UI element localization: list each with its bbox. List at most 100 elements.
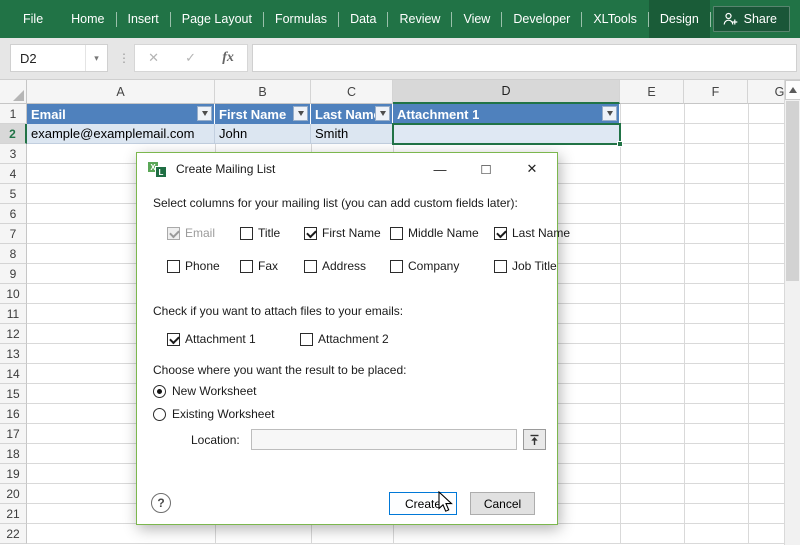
checkbox-job-title[interactable]	[494, 259, 507, 273]
ribbon-tab-data[interactable]: Data	[339, 0, 387, 38]
cell-c2[interactable]: Smith	[311, 124, 393, 144]
fill-handle[interactable]	[617, 141, 623, 147]
filter-dropdown-button[interactable]	[293, 106, 308, 121]
row-header-11[interactable]: 11	[0, 304, 27, 324]
ribbon-tab-design[interactable]: Design	[648, 0, 710, 38]
checkbox-fax[interactable]	[240, 259, 253, 273]
attachment-option-attachment-2[interactable]: Attachment 2	[300, 332, 389, 346]
checkbox-phone[interactable]	[167, 259, 180, 273]
row-header-12[interactable]: 12	[0, 324, 27, 344]
row-header-16[interactable]: 16	[0, 404, 27, 424]
column-header-a[interactable]: A	[27, 80, 215, 104]
location-input[interactable]	[251, 429, 517, 450]
table-header-label: Attachment 1	[397, 106, 480, 122]
insert-function-icon[interactable]: fx	[222, 50, 234, 66]
radio-new-worksheet[interactable]	[153, 384, 166, 398]
attachment-option-attachment-1[interactable]: Attachment 1	[167, 332, 256, 346]
column-option-company[interactable]: Company	[390, 259, 459, 273]
excel-window: File Home Insert Page Layout Formulas Data Rev…	[0, 0, 800, 545]
name-box[interactable]: D2 ▾	[10, 44, 108, 72]
placement-option-existing-worksheet[interactable]: Existing Worksheet	[153, 407, 275, 421]
column-option-title[interactable]: Title	[240, 226, 280, 240]
radio-existing-worksheet[interactable]	[153, 407, 166, 421]
table-header-email[interactable]: Email	[27, 104, 215, 124]
row-header-18[interactable]: 18	[0, 444, 27, 464]
column-header-b[interactable]: B	[215, 80, 311, 104]
row-header-17[interactable]: 17	[0, 424, 27, 444]
row-header-10[interactable]: 10	[0, 284, 27, 304]
row-header-20[interactable]: 20	[0, 484, 27, 504]
ribbon-tab-file[interactable]: File	[6, 0, 60, 38]
cell-a2[interactable]: example@examplemail.com	[27, 124, 215, 144]
row-header-2[interactable]: 2	[0, 124, 27, 144]
ribbon-tab-insert[interactable]: Insert	[117, 0, 170, 38]
cancel-button[interactable]: Cancel	[470, 492, 535, 515]
checkbox-middle-name[interactable]	[390, 226, 403, 240]
help-button[interactable]: ?	[151, 493, 171, 513]
table-header-last-name[interactable]: Last Name	[311, 104, 393, 124]
column-header-d[interactable]: D	[393, 80, 620, 104]
checkbox-attachment-1[interactable]	[167, 332, 180, 346]
selected-cell-d2[interactable]	[392, 123, 623, 147]
ribbon-tab-page-layout[interactable]: Page Layout	[171, 0, 263, 38]
row-header-7[interactable]: 7	[0, 224, 27, 244]
row-header-4[interactable]: 4	[0, 164, 27, 184]
column-header-e[interactable]: E	[620, 80, 684, 104]
ribbon-tab-view[interactable]: View	[452, 0, 501, 38]
table-header-first-name[interactable]: First Name	[215, 104, 311, 124]
ribbon-tab-review[interactable]: Review	[388, 0, 451, 38]
scrollbar-thumb[interactable]	[786, 101, 799, 281]
range-picker-button[interactable]	[523, 429, 546, 450]
formula-buttons: ✕ ✓ fx	[134, 44, 248, 72]
cancel-entry-icon[interactable]: ✕	[148, 50, 159, 66]
row-header-9[interactable]: 9	[0, 264, 27, 284]
share-button[interactable]: Share	[712, 6, 790, 32]
checkbox-attachment-2[interactable]	[300, 332, 313, 346]
formula-input[interactable]	[252, 44, 797, 72]
row-header-21[interactable]: 21	[0, 504, 27, 524]
checkbox-company[interactable]	[390, 259, 403, 273]
column-option-first-name[interactable]: First Name	[304, 226, 381, 240]
checkbox-last-name[interactable]	[494, 226, 507, 240]
ribbon-tab-formulas[interactable]: Formulas	[264, 0, 338, 38]
row-header-1[interactable]: 1	[0, 104, 27, 124]
row-header-15[interactable]: 15	[0, 384, 27, 404]
table-header-attachment-1[interactable]: Attachment 1	[393, 104, 620, 124]
column-option-last-name[interactable]: Last Name	[494, 226, 570, 240]
select-all-corner[interactable]	[0, 80, 27, 104]
cell-b2[interactable]: John	[215, 124, 311, 144]
checkbox-address[interactable]	[304, 259, 317, 273]
checkbox-title[interactable]	[240, 226, 253, 240]
vertical-scrollbar[interactable]	[784, 80, 800, 545]
scroll-up-button[interactable]	[785, 80, 800, 100]
ribbon-tab-xltools[interactable]: XLTools	[582, 0, 648, 38]
filter-dropdown-button[interactable]	[197, 106, 212, 121]
row-header-6[interactable]: 6	[0, 204, 27, 224]
row-header-19[interactable]: 19	[0, 464, 27, 484]
row-header-22[interactable]: 22	[0, 524, 27, 544]
confirm-entry-icon[interactable]: ✓	[185, 50, 196, 66]
filter-dropdown-button[interactable]	[375, 106, 390, 121]
ribbon-tab-developer[interactable]: Developer	[502, 0, 581, 38]
column-option-job-title[interactable]: Job Title	[494, 259, 557, 273]
close-button[interactable]: ✕	[509, 153, 555, 185]
row-header-5[interactable]: 5	[0, 184, 27, 204]
name-box-dropdown-icon[interactable]: ▾	[85, 45, 107, 71]
maximize-button[interactable]: □	[463, 153, 509, 185]
placement-option-new-worksheet[interactable]: New Worksheet	[153, 384, 256, 398]
row-header-13[interactable]: 13	[0, 344, 27, 364]
filter-dropdown-button[interactable]	[602, 106, 617, 121]
column-header-f[interactable]: F	[684, 80, 748, 104]
ribbon-tab-home[interactable]: Home	[60, 0, 115, 38]
row-header-8[interactable]: 8	[0, 244, 27, 264]
minimize-button[interactable]: —	[417, 153, 463, 185]
column-header-c[interactable]: C	[311, 80, 393, 104]
column-option-fax[interactable]: Fax	[240, 259, 278, 273]
column-option-phone[interactable]: Phone	[167, 259, 220, 273]
checkbox-first-name[interactable]	[304, 226, 317, 240]
row-header-14[interactable]: 14	[0, 364, 27, 384]
scroll-up-arrow-icon	[789, 87, 797, 93]
column-option-middle-name[interactable]: Middle Name	[390, 226, 479, 240]
row-header-3[interactable]: 3	[0, 144, 27, 164]
column-option-address[interactable]: Address	[304, 259, 366, 273]
